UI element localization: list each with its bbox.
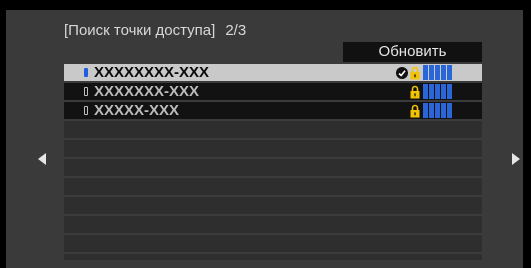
lock-icon — [410, 66, 420, 79]
page-title: [Поиск точки доступа] 2/3 — [64, 22, 246, 39]
refresh-button[interactable]: Обновить — [343, 42, 482, 62]
row-marker-icon — [84, 106, 88, 115]
signal-bar — [423, 84, 428, 99]
empty-list-row — [64, 178, 482, 197]
signal-bar — [435, 65, 440, 80]
access-point-search-screen: [Поиск точки доступа] 2/3 Обновить XXXXXX… — [6, 10, 523, 268]
access-point-list: XXXXXXXX-XXX XXXXXXX-XXX XXXXX-XXX — [64, 64, 482, 260]
empty-list-row — [64, 197, 482, 216]
signal-bar — [423, 103, 428, 118]
status-icons — [410, 84, 452, 99]
signal-bar — [435, 84, 440, 99]
signal-bar — [447, 84, 452, 99]
empty-list-row — [64, 159, 482, 178]
signal-bar — [447, 65, 452, 80]
status-icons — [410, 103, 452, 118]
empty-list-row — [64, 216, 482, 235]
connected-icon — [396, 66, 408, 79]
status-icons — [396, 65, 452, 80]
access-point-row[interactable]: XXXXXXX-XXX — [64, 83, 482, 102]
signal-bar — [447, 103, 452, 118]
signal-bar — [423, 65, 428, 80]
selection-marker-icon — [84, 68, 88, 77]
ssid-label: XXXXXXX-XXX — [94, 83, 200, 100]
next-page-arrow-icon[interactable] — [512, 153, 520, 165]
signal-bar — [435, 103, 440, 118]
signal-strength-icon — [423, 65, 452, 80]
signal-bar — [441, 103, 446, 118]
empty-list-row — [64, 235, 482, 254]
row-marker-icon — [84, 87, 88, 96]
access-point-row[interactable]: XXXXXXXX-XXX — [64, 64, 482, 83]
signal-bar — [441, 65, 446, 80]
lock-icon — [410, 104, 420, 117]
ssid-label: XXXXX-XXX — [94, 102, 180, 119]
signal-bar — [429, 103, 434, 118]
access-point-row[interactable]: XXXXX-XXX — [64, 102, 482, 121]
signal-strength-icon — [423, 103, 452, 118]
ssid-label: XXXXXXXX-XXX — [94, 64, 210, 81]
lock-icon — [410, 85, 420, 98]
empty-list-row — [64, 140, 482, 159]
signal-bar — [441, 84, 446, 99]
signal-bar — [429, 84, 434, 99]
page-indicator: 2/3 — [225, 22, 247, 39]
empty-list-row — [64, 121, 482, 140]
signal-bar — [429, 65, 434, 80]
title-text: [Поиск точки доступа] — [64, 22, 216, 39]
signal-strength-icon — [423, 84, 452, 99]
prev-page-arrow-icon[interactable] — [38, 153, 46, 165]
